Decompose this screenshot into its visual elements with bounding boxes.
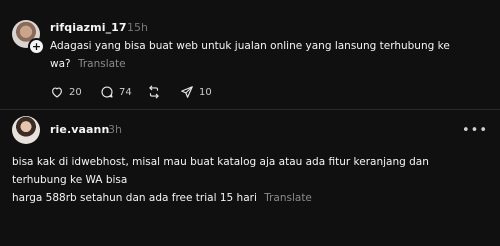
post1-body: Adagasi yang bisa buat web untuk jualan …: [50, 37, 490, 73]
post1-text-line1: Adagasi yang bisa buat web untuk jualan …: [50, 40, 450, 52]
post2-body: bisa kak di idwebhost, misal mau buat ka…: [12, 153, 490, 207]
reply-count: 74: [119, 86, 132, 98]
follow-plus-icon[interactable]: +: [28, 38, 45, 55]
post1-timestamp: 15h: [127, 21, 148, 34]
post1-username[interactable]: rifqiazmi_17: [50, 21, 127, 34]
post2-text-line2: terhubung ke WA bisa: [12, 174, 128, 186]
post-divider: [0, 109, 500, 110]
repost-button[interactable]: [147, 83, 161, 101]
post2-text-line3: harga 588rb setahun dan ada free trial 1…: [12, 192, 257, 204]
post1-text-line2: wa?: [50, 58, 71, 70]
share-button[interactable]: 10: [180, 83, 212, 101]
post2-text-line1: bisa kak di idwebhost, misal mau buat ka…: [12, 156, 429, 168]
post1-translate-link[interactable]: Translate: [78, 58, 126, 70]
post2-translate-link[interactable]: Translate: [264, 192, 312, 204]
like-button[interactable]: 20: [50, 83, 82, 101]
heart-icon: [50, 85, 64, 99]
reply-button[interactable]: 74: [100, 83, 132, 101]
post2-username[interactable]: rie.vaann: [50, 123, 109, 136]
share-count: 10: [199, 86, 212, 98]
avatar[interactable]: [12, 116, 40, 144]
share-icon: [180, 85, 194, 99]
post2-timestamp: 3h: [108, 123, 122, 136]
like-count: 20: [69, 86, 82, 98]
comment-icon: [100, 85, 114, 99]
repost-icon: [147, 85, 161, 99]
threads-feed: + rifqiazmi_17 15h Adagasi yang bisa bua…: [0, 0, 500, 246]
more-options-icon[interactable]: •••: [462, 123, 488, 138]
